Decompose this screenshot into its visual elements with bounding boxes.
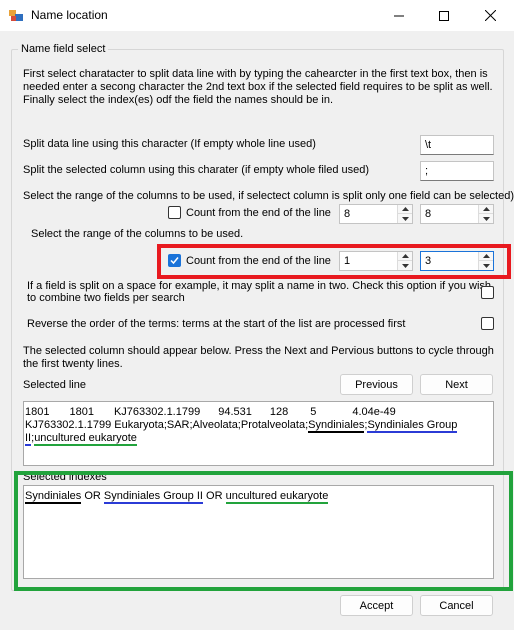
combine-label-line1: If a field is split on a space for examp…	[27, 280, 492, 292]
row2-term2: Syndiniales Group	[367, 419, 458, 433]
range1-to-value: 8	[425, 208, 432, 220]
minimize-button[interactable]	[376, 0, 422, 31]
split-column-label: Split the selected column using this cha…	[23, 164, 370, 176]
chevron-down-icon	[401, 216, 409, 221]
selected-line-label: Selected line	[23, 379, 86, 391]
range1-to-stepper[interactable]: 8	[420, 204, 494, 224]
split-line-input[interactable]	[420, 135, 494, 155]
row1-cell: 5	[310, 406, 317, 418]
range1-from-value: 8	[344, 208, 351, 220]
row1-cell: KJ763302.1.1799	[113, 406, 201, 418]
next-button[interactable]: Next	[420, 374, 493, 395]
previous-button[interactable]: Previous	[340, 374, 413, 395]
range1-checkbox-label: Count from the end of the line	[186, 207, 331, 219]
range1-label: Select the range of the columns to be us…	[23, 190, 514, 202]
maximize-icon	[439, 10, 449, 21]
split-column-input[interactable]	[420, 161, 494, 181]
close-button[interactable]	[467, 0, 513, 31]
split-line-label: Split data line using this character (If…	[23, 138, 316, 150]
reverse-order-checkbox[interactable]	[481, 317, 494, 330]
instructions-text: First select charatacter to split data l…	[23, 68, 493, 106]
range1-from-up-button[interactable]	[398, 205, 412, 214]
maximize-button[interactable]	[421, 0, 467, 31]
row2-prefix: KJ763302.1.1799 Eukaryota;SAR;Alveolata;…	[25, 419, 309, 431]
close-icon	[484, 10, 496, 21]
range1-to-down-button[interactable]	[479, 214, 493, 223]
groupbox-legend: Name field select	[18, 43, 109, 55]
range1-from-down-button[interactable]	[398, 214, 412, 223]
row1-cell: 4.04e-49	[352, 406, 396, 418]
range2-highlight-box	[157, 244, 511, 279]
selected-line-row3: II;uncultured eukaryote	[25, 432, 493, 446]
selected-info-line1: The selected column should appear below.…	[23, 345, 494, 357]
row1-cell: 128	[269, 406, 289, 418]
row3-term3: uncultured eukaryote	[34, 432, 137, 446]
combine-label-line2: to combine two fields per search	[27, 292, 185, 304]
selected-line-row2: KJ763302.1.1799 Eukaryota;SAR;Alveolata;…	[25, 419, 493, 433]
range1-count-from-end-checkbox[interactable]	[168, 206, 181, 219]
range1-to-up-button[interactable]	[479, 205, 493, 214]
minimize-icon	[394, 15, 404, 16]
accept-button[interactable]: Accept	[340, 595, 413, 616]
selected-info-line2: the first twenty lines.	[23, 358, 123, 370]
reverse-label: Reverse the order of the terms: terms at…	[27, 318, 406, 330]
cancel-button[interactable]: Cancel	[420, 595, 493, 616]
range1-from-stepper[interactable]: 8	[339, 204, 413, 224]
row2-term1: Syndiniales	[308, 419, 365, 433]
selected-line-row1: 1801 1801 KJ763302.1.1799 94.531 128 5 4.04e-4…	[25, 406, 493, 419]
title-bar[interactable]: Name location	[0, 0, 514, 31]
row1-cell: 1801	[69, 406, 94, 418]
chevron-down-icon	[482, 216, 490, 221]
selected-indexes-highlight-box	[14, 471, 513, 591]
chevron-up-icon	[401, 207, 409, 211]
app-icon	[9, 8, 23, 22]
row1-cell: 94.531	[218, 406, 252, 418]
selected-line-content: 1801 1801 KJ763302.1.1799 94.531 128 5 4.04e-4…	[25, 406, 493, 446]
combine-fields-checkbox[interactable]	[481, 286, 494, 299]
window-title: Name location	[31, 8, 108, 22]
chevron-up-icon	[482, 207, 490, 211]
range2-label: Select the range of the columns to be us…	[31, 228, 244, 240]
row1-cell: 1801	[25, 406, 50, 418]
